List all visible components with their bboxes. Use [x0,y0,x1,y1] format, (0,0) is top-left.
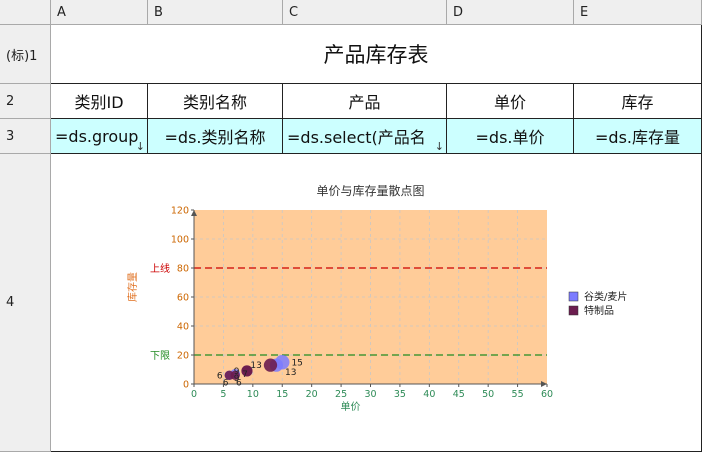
data-label: 9 [234,367,240,377]
chart-cell[interactable]: 单价与库存量散点图上线下限 0 5 10 15 20 25 30 35 40 45 50 55 60 0 20… [51,154,702,452]
x-tick-label: 10 [247,389,259,400]
expr-cell-category-name[interactable]: =ds.类别名称 [148,119,283,154]
y-tick-label: 20 [177,351,189,362]
expand-down-icon: ↓ [434,140,444,153]
header-cell-category-id[interactable]: 类别ID [51,84,148,119]
row-header-3[interactable]: 3 [0,119,51,154]
x-tick-label: 30 [364,389,376,400]
expr-cell-group[interactable]: =ds.group ↓ [51,119,148,154]
data-label: 15 [291,358,302,368]
column-header-d[interactable]: D [447,0,574,25]
title-cell[interactable]: 产品库存表 [51,25,702,84]
x-tick-label: 45 [453,389,465,400]
column-header-b[interactable]: B [148,0,283,25]
expand-down-icon: ↓ [135,140,145,153]
x-tick-label: 40 [423,389,435,400]
x-tick-label: 55 [512,389,524,400]
header-cell-category-name[interactable]: 类别名称 [148,84,283,119]
spreadsheet: A B C D E (标)1 2 3 4 产品库存表 类别ID 类别名称 产品 … [0,0,708,461]
header-cell-product[interactable]: 产品 [283,84,447,119]
column-header-a[interactable]: A [51,0,148,25]
expr-cell-stock[interactable]: =ds.库存量 [574,119,702,154]
expr-cell-unit-price[interactable]: =ds.单价 [447,119,574,154]
x-tick-label: 25 [335,389,347,400]
expr-cell-product-select[interactable]: =ds.select(产品名 ↓ [283,119,447,154]
row-header-1[interactable]: (标)1 [0,25,51,84]
column-header-c[interactable]: C [283,0,447,25]
x-tick-label: 20 [306,389,318,400]
data-label: 13 [250,361,261,371]
row-header-2[interactable]: 2 [0,84,51,119]
y-tick-label: 120 [171,206,189,217]
y-axis-label: 库存量 [126,272,139,302]
x-tick-label: 15 [276,389,288,400]
data-label: 7 [242,370,248,380]
x-tick-label: 60 [541,389,553,400]
data-point [263,358,278,372]
corner-cell[interactable] [0,0,51,25]
y-tick-label: 0 [183,380,189,391]
expr-text: =ds.select(产品名 [287,128,426,147]
legend-label: 特制品 [584,304,614,317]
x-tick-label: 50 [482,389,494,400]
legend-swatch [568,305,579,316]
header-cell-unit-price[interactable]: 单价 [447,84,574,119]
x-axis-label: 单价 [341,401,361,413]
x-tick-label: 5 [220,389,226,400]
column-header-e[interactable]: E [574,0,702,25]
y-tick-label: 40 [177,322,189,333]
data-label: 13 [285,368,296,378]
y-tick-label: 100 [171,235,189,246]
row-header-4[interactable]: 4 [0,154,51,452]
y-tick-label: 60 [177,293,189,304]
reference-line-label: 上线 [150,262,170,275]
legend-label: 谷类/麦片 [584,290,627,303]
x-tick-label: 0 [191,389,197,400]
header-cell-stock[interactable]: 库存 [574,84,702,119]
y-tick-label: 80 [177,264,189,275]
reference-line-label: 下限 [150,350,170,362]
data-label: 6 [217,371,223,381]
x-tick-label: 35 [394,389,406,400]
expr-text: =ds.group [55,126,139,146]
scatter-chart: 单价与库存量散点图上线下限 0 5 10 15 20 25 30 35 40 45 50 55 60 0 20… [126,183,627,413]
chart-title: 单价与库存量散点图 [316,183,424,198]
data-label: 6 [223,378,229,388]
legend-swatch [568,291,579,302]
